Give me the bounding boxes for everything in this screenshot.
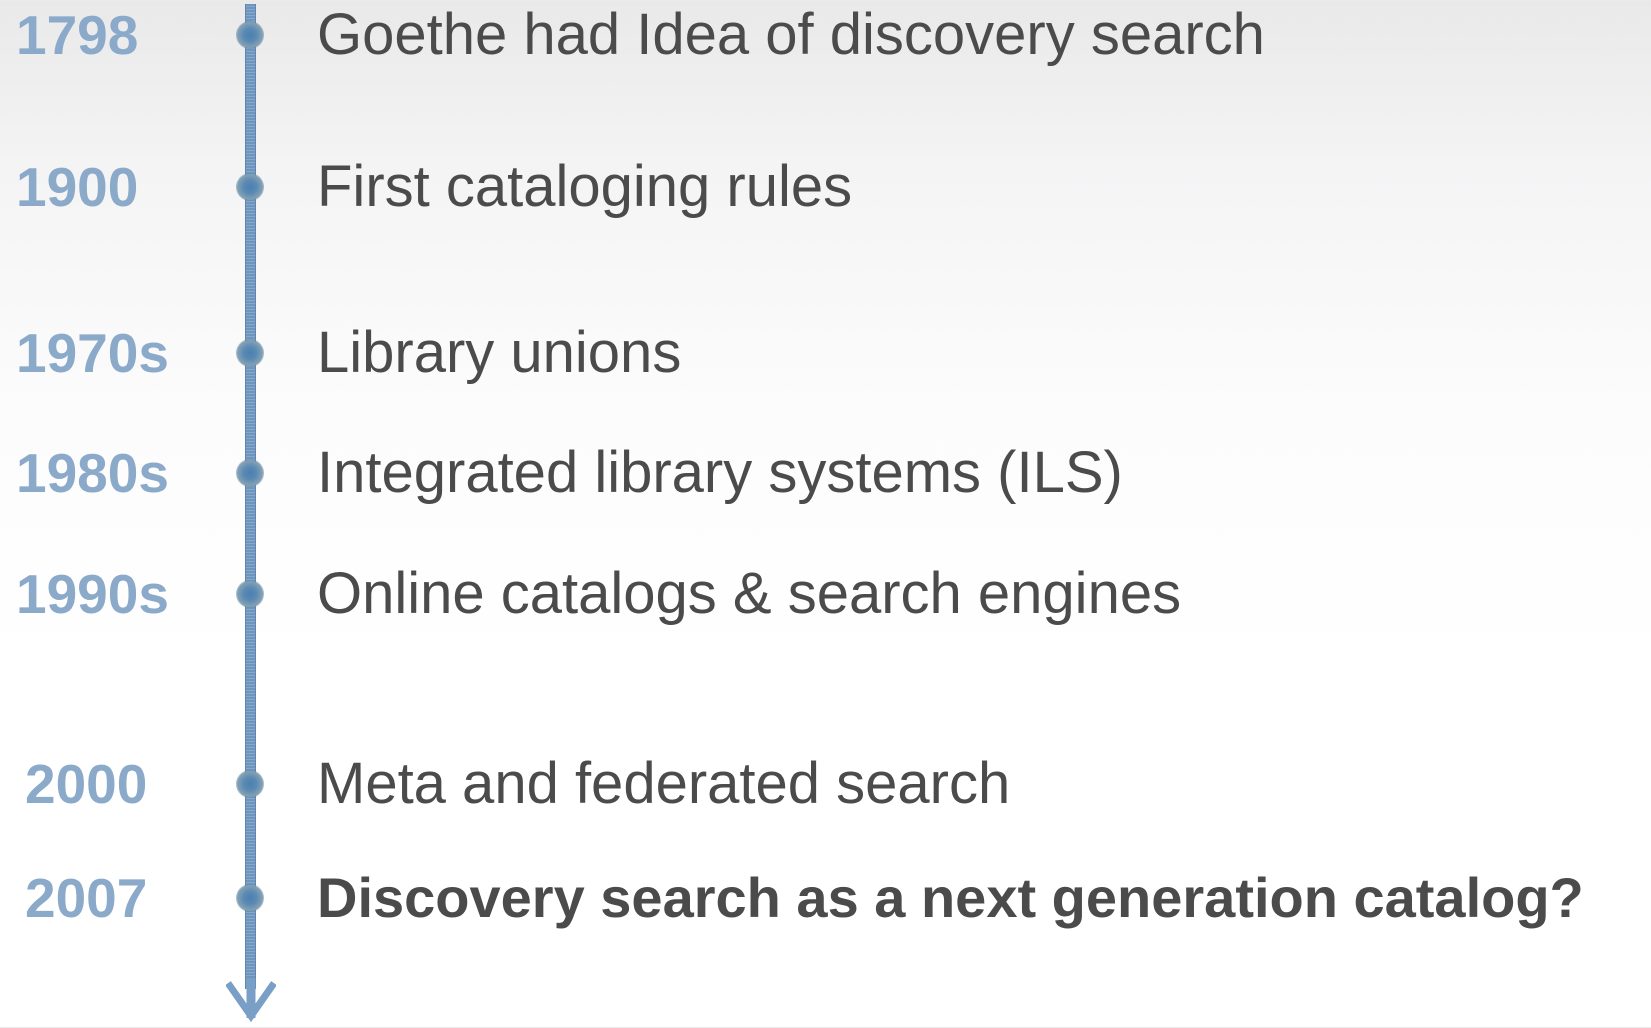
event-year: 1970s [16, 322, 169, 384]
event-year: 1980s [16, 442, 169, 504]
event-marker [237, 174, 263, 200]
event-marker [237, 22, 263, 48]
event-year: 2007 [25, 867, 148, 929]
event-marker [237, 340, 263, 366]
event-marker [237, 581, 263, 607]
event-label: First cataloging rules [317, 154, 853, 219]
event-year: 1798 [16, 4, 139, 66]
event-label-emphasized: Discovery search as a next generation ca… [317, 866, 1584, 929]
event-marker [237, 885, 263, 911]
arrow-down-icon [226, 978, 276, 1023]
event-year: 2000 [25, 753, 148, 815]
event-year: 1990s [16, 563, 169, 625]
event-marker [237, 460, 263, 486]
event-label: Meta and federated search [317, 751, 1011, 816]
event-year: 1900 [16, 156, 139, 218]
event-marker [237, 771, 263, 797]
event-label: Integrated library systems (ILS) [317, 440, 1123, 505]
event-label: Goethe had Idea of discovery search [317, 2, 1265, 67]
timeline-axis [245, 4, 256, 989]
timeline-diagram: 1798 Goethe had Idea of discovery search… [0, 0, 1651, 1027]
event-label: Online catalogs & search engines [317, 561, 1182, 626]
event-label: Library unions [317, 320, 682, 385]
